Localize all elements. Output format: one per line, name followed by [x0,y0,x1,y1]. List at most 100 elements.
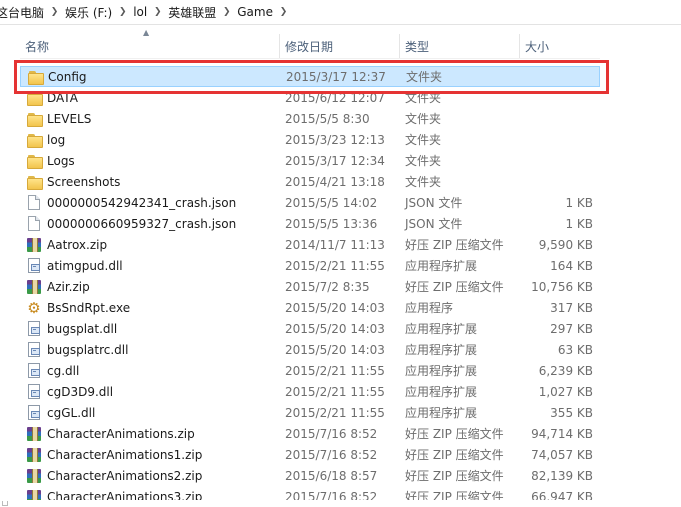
folder-icon [26,153,43,169]
file-row[interactable]: bugsplatrc.dll 2015/5/20 14:03 应用程序扩展 63 KB [20,339,600,360]
chevron-right-icon[interactable]: ❯ [47,0,62,25]
file-name-cell[interactable]: Aatrox.zip [20,234,280,255]
file-size [520,171,593,192]
file-type: 应用程序扩展 [405,322,478,336]
file-row[interactable]: 0000000542942341_crash.json 2015/5/5 14:0… [20,192,600,213]
file-row[interactable]: Logs 2015/3/17 12:34 文件夹 [20,150,600,171]
file-row[interactable]: log 2015/3/23 12:13 文件夹 [20,129,600,150]
file-name-cell[interactable]: LEVELS [20,108,280,129]
file-row[interactable]: CharacterAnimations2.zip 2015/6/18 8:57 好压… [20,465,600,486]
file-row[interactable]: Azir.zip 2015/7/2 8:35 好压 ZIP 压缩文件 10,756 K… [20,276,600,297]
address-bar[interactable]: 这台电脑 ❯ 娱乐 (F:) ❯ lol ❯ 英雄联盟 ❯ Game ❯ [0,0,681,25]
file-name[interactable]: LEVELS [47,112,91,126]
dll-icon [28,384,40,399]
file-row[interactable]: atimgpud.dll 2015/2/21 11:55 应用程序扩展 164 KB [20,255,600,276]
sort-ascending-icon: ▲ [143,28,150,37]
breadcrumb-item[interactable]: 这台电脑 [0,0,47,25]
file-type: 好压 ZIP 压缩文件 [405,427,504,441]
file-name-cell[interactable]: Config [21,66,281,87]
file-name[interactable]: bugsplat.dll [47,322,117,336]
file-name[interactable]: 0000000660959327_crash.json [47,217,236,231]
file-row[interactable]: Config 2015/3/17 12:37 文件夹 [20,66,600,87]
file-date: 2015/3/17 12:34 [285,153,385,168]
file-row[interactable]: ⚙ BsSndRpt.exe 2015/5/20 14:03 应用程序 317 KB [20,297,600,318]
file-type: 应用程序扩展 [405,364,478,378]
file-name[interactable]: 0000000542942341_crash.json [47,196,236,210]
breadcrumb-item[interactable]: 娱乐 (F:) [62,0,115,25]
file-name-cell[interactable]: cgD3D9.dll [20,381,280,402]
file-row[interactable]: LEVELS 2015/5/5 8:30 文件夹 [20,108,600,129]
file-name-cell[interactable]: bugsplatrc.dll [20,339,280,360]
column-header-name[interactable]: ▲ 名称 [20,28,280,58]
file-name[interactable]: bugsplatrc.dll [47,343,128,357]
file-name[interactable]: cgGL.dll [47,406,95,420]
file-name-cell[interactable]: cgGL.dll [20,402,280,423]
file-name-cell[interactable]: CharacterAnimations2.zip [20,465,280,486]
file-name-cell[interactable]: atimgpud.dll [20,255,280,276]
bottom-edge [0,500,681,507]
file-name[interactable]: CharacterAnimations.zip [47,427,195,441]
file-size: 82,139 KB [531,468,593,483]
file-name[interactable]: Aatrox.zip [47,238,107,252]
file-name-cell[interactable]: 0000000542942341_crash.json [20,192,280,213]
file-name[interactable]: BsSndRpt.exe [47,301,130,315]
file-name-cell[interactable]: DATA [20,87,280,108]
file-type: 文件夹 [405,91,442,105]
file-row[interactable]: bugsplat.dll 2015/5/20 14:03 应用程序扩展 297 KB [20,318,600,339]
file-row[interactable]: cgD3D9.dll 2015/2/21 11:55 应用程序扩展 1,027 KB [20,381,600,402]
file-type: 应用程序 [405,301,454,315]
file-name-cell[interactable]: ⚙ BsSndRpt.exe [20,297,280,318]
file-name[interactable]: atimgpud.dll [47,259,123,273]
file-type: 应用程序扩展 [405,259,478,273]
file-name-cell[interactable]: CharacterAnimations.zip [20,423,280,444]
file-name-cell[interactable]: Screenshots [20,171,280,192]
file-name[interactable]: Logs [47,154,75,168]
file-row[interactable]: 0000000660959327_crash.json 2015/5/5 13:3… [20,213,600,234]
file-name-cell[interactable]: cg.dll [20,360,280,381]
file-name-cell[interactable]: 0000000660959327_crash.json [20,213,280,234]
file-name[interactable]: CharacterAnimations1.zip [47,448,202,462]
breadcrumb-item[interactable]: lol [130,0,150,25]
file-name[interactable]: Azir.zip [47,280,90,294]
chevron-right-icon[interactable]: ❯ [115,0,130,25]
file-row[interactable]: cgGL.dll 2015/2/21 11:55 应用程序扩展 355 KB [20,402,600,423]
file-name[interactable]: log [47,133,65,147]
file-type: 文件夹 [406,70,443,84]
file-date: 2015/7/2 8:35 [285,279,370,294]
chevron-right-icon[interactable]: ❯ [219,0,234,25]
header-divider [20,58,600,59]
file-name[interactable]: Config [48,70,87,84]
chevron-right-icon[interactable]: ❯ [150,0,165,25]
file-type: JSON 文件 [405,217,463,231]
file-name[interactable]: Screenshots [47,175,120,189]
file-name[interactable]: CharacterAnimations2.zip [47,469,202,483]
file-size: 317 KB [550,300,593,315]
column-header-size[interactable]: 大小 [520,34,600,58]
file-row[interactable]: CharacterAnimations.zip 2015/7/16 8:52 好压 … [20,423,600,444]
file-row[interactable]: cg.dll 2015/2/21 11:55 应用程序扩展 6,239 KB [20,360,600,381]
file-size [521,66,594,87]
file-name-cell[interactable]: bugsplat.dll [20,318,280,339]
column-header-date[interactable]: 修改日期 [280,34,400,58]
column-header-type[interactable]: 类型 [400,34,520,58]
column-header-type-label: 类型 [405,39,430,54]
file-row[interactable]: DATA 2015/6/12 12:07 文件夹 [20,87,600,108]
file-date: 2015/2/21 11:55 [285,405,385,420]
file-name-cell[interactable]: log [20,129,280,150]
file-name[interactable]: cg.dll [47,364,79,378]
file-type: 文件夹 [405,175,442,189]
file-row[interactable]: Screenshots 2015/4/21 13:18 文件夹 [20,171,600,192]
file-name[interactable]: DATA [47,91,78,105]
file-type: 应用程序扩展 [405,406,478,420]
folder-icon [26,132,43,148]
file-name[interactable]: cgD3D9.dll [47,385,113,399]
file-row[interactable]: CharacterAnimations1.zip 2015/7/16 8:52 好压… [20,444,600,465]
breadcrumb-item[interactable]: Game [234,0,276,25]
file-date: 2014/11/7 11:13 [285,237,385,252]
file-row[interactable]: Aatrox.zip 2014/11/7 11:13 好压 ZIP 压缩文件 9,59… [20,234,600,255]
file-name-cell[interactable]: Azir.zip [20,276,280,297]
chevron-right-icon[interactable]: ❯ [276,0,291,25]
breadcrumb-item[interactable]: 英雄联盟 [165,0,219,25]
file-name-cell[interactable]: Logs [20,150,280,171]
file-name-cell[interactable]: CharacterAnimations1.zip [20,444,280,465]
